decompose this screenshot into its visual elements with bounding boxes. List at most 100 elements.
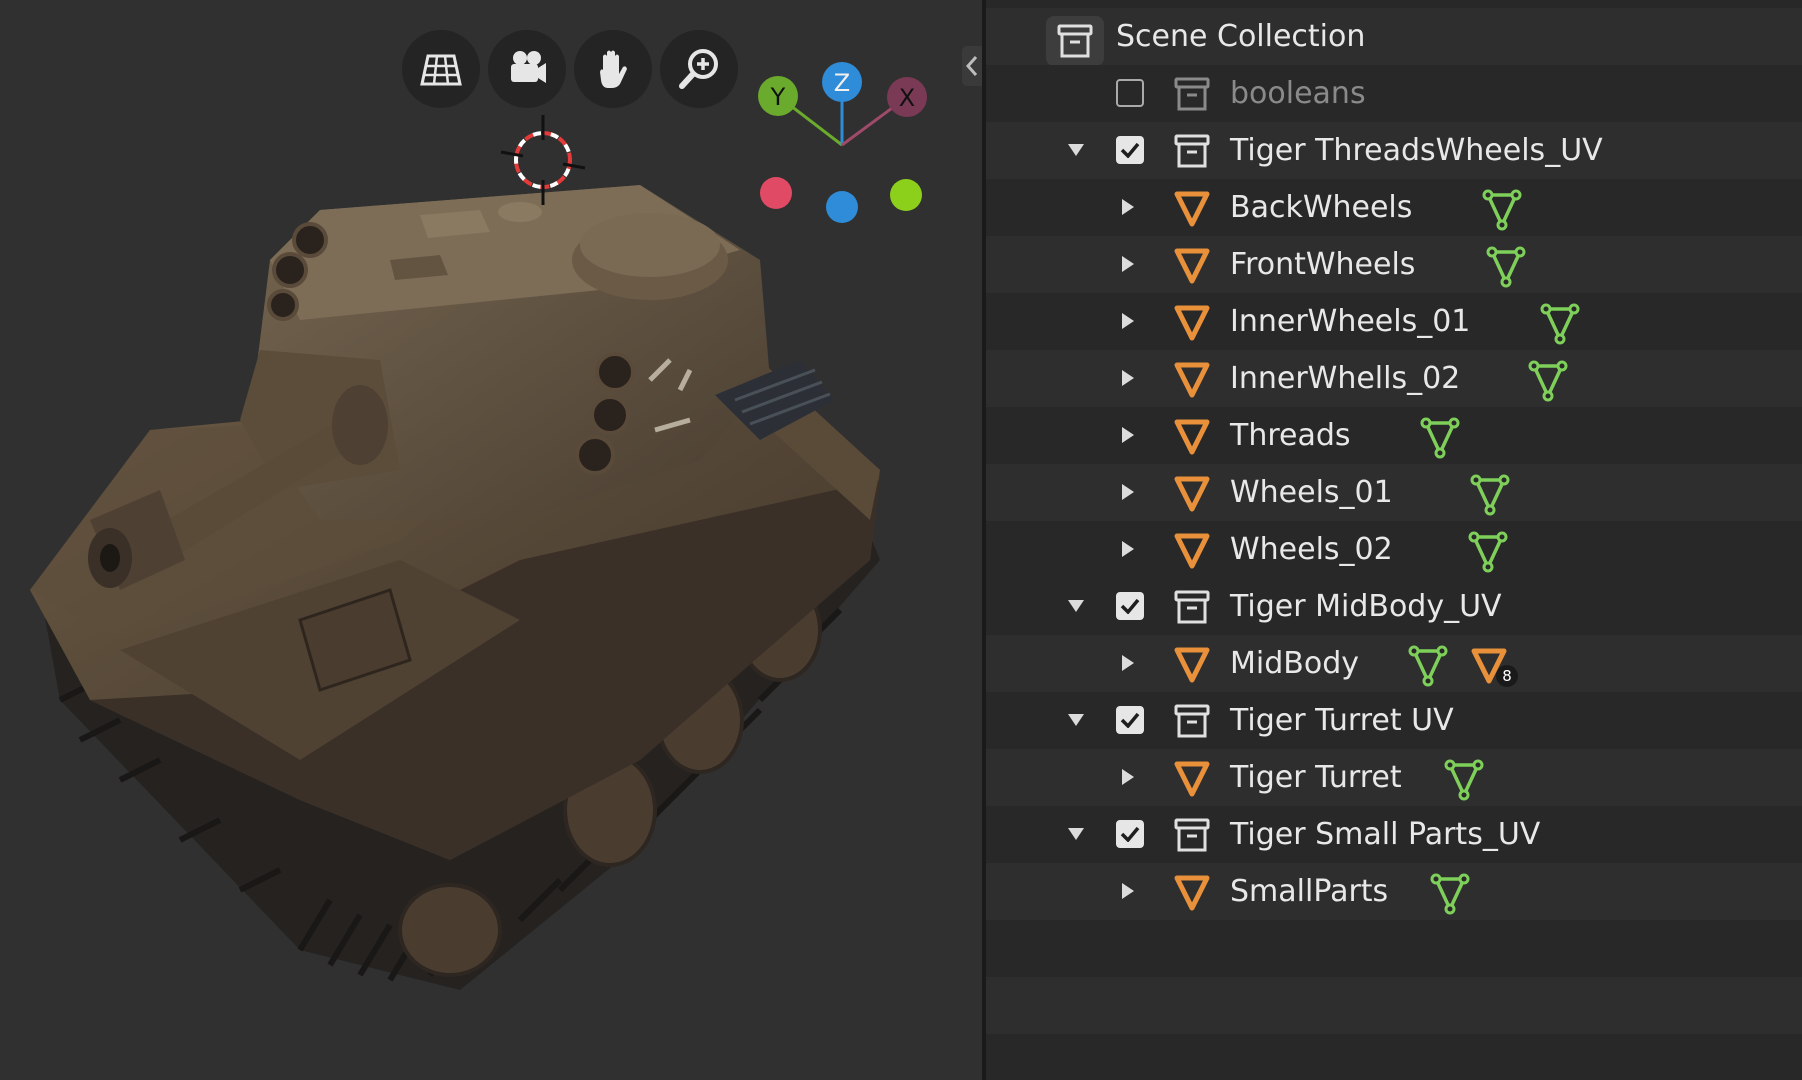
toggle-camera-view-button[interactable] xyxy=(402,30,480,108)
object-label: Wheels_01 xyxy=(1230,475,1393,510)
expand-toggle[interactable] xyxy=(1116,366,1140,390)
collection-icon xyxy=(1174,818,1210,852)
exclude-checkbox[interactable] xyxy=(1116,820,1144,848)
exclude-checkbox[interactable] xyxy=(1116,136,1144,164)
outliner-empty-row xyxy=(986,977,1802,1034)
outliner-row-smallparts[interactable]: SmallParts xyxy=(986,863,1802,920)
checkmark-icon xyxy=(1120,598,1140,614)
camera-view-button[interactable] xyxy=(488,30,566,108)
3d-viewport[interactable]: Y Z X xyxy=(0,0,982,1080)
hand-icon xyxy=(600,50,627,88)
mesh-data-icon[interactable] xyxy=(1428,871,1472,915)
3d-cursor-icon xyxy=(500,115,586,205)
exclude-checkbox[interactable] xyxy=(1116,706,1144,734)
collection-icon xyxy=(1174,704,1210,738)
outliner-row-tiger-turret-uv[interactable]: Tiger Turret UV xyxy=(986,692,1802,749)
expand-toggle[interactable] xyxy=(1116,195,1140,219)
expand-toggle[interactable] xyxy=(1064,822,1088,846)
collection-label: Tiger Small Parts_UV xyxy=(1230,817,1541,852)
outliner-row-midbody[interactable]: MidBody 8 xyxy=(986,635,1802,692)
mesh-data-icon[interactable] xyxy=(1538,301,1582,345)
outliner-row-tiger-turret[interactable]: Tiger Turret xyxy=(986,749,1802,806)
expand-toggle[interactable] xyxy=(1116,309,1140,333)
outliner-row-tiger-threadswheels-uv[interactable]: Tiger ThreadsWheels_UV xyxy=(986,122,1802,179)
outliner-row-frontwheels[interactable]: FrontWheels xyxy=(986,236,1802,293)
expand-toggle[interactable] xyxy=(1116,879,1140,903)
expand-toggle[interactable] xyxy=(1116,537,1140,561)
gizmo-neg-y-handle[interactable] xyxy=(890,179,922,211)
triangle-down-icon xyxy=(1068,600,1084,612)
expand-toggle[interactable] xyxy=(1064,708,1088,732)
pan-view-button[interactable] xyxy=(574,30,652,108)
mesh-object-icon xyxy=(1174,533,1210,569)
mesh-object-icon xyxy=(1174,476,1210,512)
gizmo-y-label: Y xyxy=(770,83,786,111)
outliner-row-innerwheels-01[interactable]: InnerWheels_01 xyxy=(986,293,1802,350)
mesh-object-icon xyxy=(1174,419,1210,455)
chevron-left-icon xyxy=(965,56,978,76)
checkmark-icon xyxy=(1120,142,1140,158)
mesh-data-icon[interactable] xyxy=(1442,757,1486,801)
triangle-right-icon xyxy=(1122,484,1134,500)
collection-icon xyxy=(1174,77,1210,111)
collection-label: booleans xyxy=(1230,76,1366,111)
mesh-object-icon xyxy=(1174,305,1210,341)
mesh-data-icon[interactable] xyxy=(1468,472,1512,516)
expand-toggle[interactable] xyxy=(1116,480,1140,504)
triangle-down-icon xyxy=(1068,144,1084,156)
grid-perspective-icon xyxy=(420,54,462,86)
collection-label: Tiger MidBody_UV xyxy=(1230,589,1502,624)
mesh-data-icon[interactable] xyxy=(1418,415,1462,459)
zoom-view-button[interactable] xyxy=(660,30,738,108)
outliner-row-tiger-small-parts-uv[interactable]: Tiger Small Parts_UV xyxy=(986,806,1802,863)
triangle-right-icon xyxy=(1122,655,1134,671)
modifier-count-badge: 8 xyxy=(1496,665,1518,687)
outliner-row-tiger-midbody-uv[interactable]: Tiger MidBody_UV xyxy=(986,578,1802,635)
outliner-row-backwheels[interactable]: BackWheels xyxy=(986,179,1802,236)
object-label: Wheels_02 xyxy=(1230,532,1393,567)
outliner-row-innerwhells-02[interactable]: InnerWhells_02 xyxy=(986,350,1802,407)
expand-toggle[interactable] xyxy=(1064,138,1088,162)
collection-icon xyxy=(1174,590,1210,624)
outliner-row-wheels-02[interactable]: Wheels_02 xyxy=(986,521,1802,578)
gizmo-neg-x-handle[interactable] xyxy=(760,177,792,209)
triangle-right-icon xyxy=(1122,883,1134,899)
triangle-right-icon xyxy=(1122,313,1134,329)
expand-toggle[interactable] xyxy=(1116,252,1140,276)
mesh-object-icon xyxy=(1174,362,1210,398)
object-label: Tiger Turret xyxy=(1230,760,1402,795)
expand-toggle[interactable] xyxy=(1116,765,1140,789)
scene-collection-icon xyxy=(1046,16,1104,66)
checkmark-icon xyxy=(1120,712,1140,728)
mesh-data-icon[interactable] xyxy=(1526,358,1570,402)
triangle-right-icon xyxy=(1122,427,1134,443)
object-label: MidBody xyxy=(1230,646,1359,681)
scene-collection-row[interactable]: Scene Collection xyxy=(986,8,1802,66)
mesh-object-icon xyxy=(1174,248,1210,284)
exclude-checkbox[interactable] xyxy=(1116,592,1144,620)
navigation-gizmo[interactable]: Y Z X xyxy=(740,55,940,235)
expand-toggle[interactable] xyxy=(1064,594,1088,618)
outliner-row-booleans[interactable]: booleans xyxy=(986,65,1802,122)
mesh-data-icon[interactable] xyxy=(1484,244,1528,288)
exclude-checkbox[interactable] xyxy=(1116,79,1144,107)
outliner-panel[interactable]: Scene Collection booleans Tiger ThreadsW… xyxy=(986,0,1802,1080)
mesh-data-icon[interactable] xyxy=(1480,187,1524,231)
scene-collection-label: Scene Collection xyxy=(1116,19,1366,54)
gizmo-x-label: X xyxy=(899,84,915,112)
mesh-data-icon[interactable] xyxy=(1466,529,1510,573)
mesh-object-icon xyxy=(1174,647,1210,683)
expand-toggle[interactable] xyxy=(1116,651,1140,675)
triangle-right-icon xyxy=(1122,199,1134,215)
outliner-empty-row xyxy=(986,920,1802,977)
gizmo-neg-z-handle[interactable] xyxy=(826,191,858,223)
object-label: SmallParts xyxy=(1230,874,1389,909)
mesh-data-icon[interactable] xyxy=(1406,643,1450,687)
expand-toggle[interactable] xyxy=(1116,423,1140,447)
sidebar-toggle-button[interactable] xyxy=(962,46,982,86)
mesh-object-icon xyxy=(1174,191,1210,227)
outliner-row-wheels-01[interactable]: Wheels_01 xyxy=(986,464,1802,521)
gizmo-z-label: Z xyxy=(834,69,850,97)
outliner-row-threads[interactable]: Threads xyxy=(986,407,1802,464)
triangle-right-icon xyxy=(1122,541,1134,557)
